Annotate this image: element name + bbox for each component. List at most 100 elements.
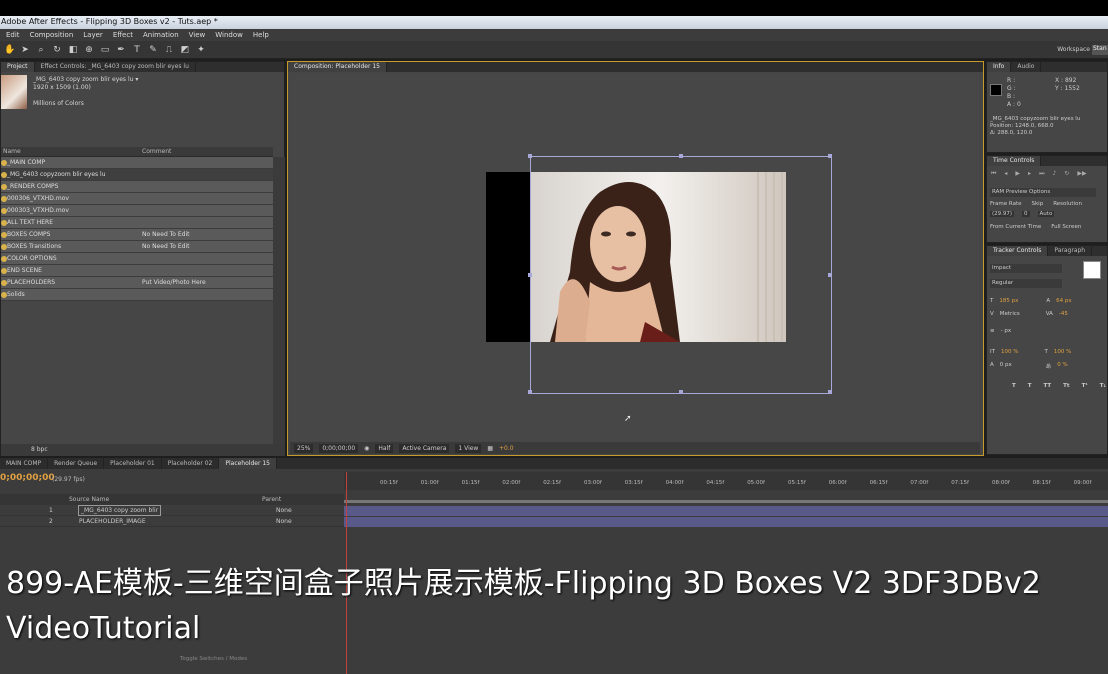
zoom-icon[interactable]: ⌕	[36, 45, 46, 55]
horizontal-scale-value[interactable]: 100 %	[1054, 349, 1071, 355]
layer-parent[interactable]: None	[276, 505, 292, 516]
handle-middle-right[interactable]	[828, 273, 832, 277]
project-item[interactable]: PLACEHOLDERS Put Video/Photo Here	[1, 277, 273, 289]
project-item[interactable]: COLOR OPTIONS	[1, 253, 273, 265]
tab-tracker-controls[interactable]: Tracker Controls	[987, 246, 1049, 256]
project-item[interactable]: END SCENE	[1, 265, 273, 277]
tab-render-queue[interactable]: Render Queue	[48, 458, 105, 469]
menu-help[interactable]: Help	[253, 29, 269, 41]
puppet-icon[interactable]: ✦	[196, 45, 206, 55]
layer-duration-bar[interactable]	[344, 517, 1108, 527]
frame-rate-select[interactable]: (29.97)	[990, 211, 1015, 217]
baseline-value[interactable]: 0 px	[1000, 362, 1012, 370]
time-ruler[interactable]: 00:15f 01:00f 01:15f 02:00f 02:15f 03:00f 03:1…	[344, 472, 1108, 503]
project-item[interactable]: Solids	[1, 289, 273, 301]
composition-viewer[interactable]: ➚	[290, 74, 980, 441]
rotate-icon[interactable]: ↻	[52, 45, 62, 55]
from-current-checkbox[interactable]: From Current Time	[990, 224, 1041, 230]
layer-row[interactable]: 1 _MG_6403 copy zoom blir None	[0, 505, 344, 516]
tab-main-comp[interactable]: MAIN COMP	[0, 458, 49, 469]
next-frame-icon[interactable]: ▸	[1028, 170, 1031, 178]
all-caps-button[interactable]: TT	[1044, 383, 1052, 389]
exposure-value[interactable]: +0.0	[499, 445, 514, 452]
project-item[interactable]: 000306_VTXHD.mov	[1, 193, 273, 205]
faux-italic-button[interactable]: T	[1028, 383, 1032, 389]
last-frame-icon[interactable]: ⏭	[1039, 170, 1044, 178]
tab-composition[interactable]: Composition: Placeholder 15	[288, 62, 388, 72]
font-size-value[interactable]: 185 px	[999, 298, 1018, 304]
leading-value[interactable]: 64 px	[1056, 298, 1072, 304]
handle-top-left[interactable]	[528, 154, 532, 158]
project-item[interactable]: 000303_VTXHD.mov	[1, 205, 273, 217]
layer-row[interactable]: 2 PLACEHOLDER_IMAGE None	[0, 516, 344, 527]
layer-duration-bar[interactable]	[344, 506, 1108, 516]
preview-options-select[interactable]: RAM Preview Options	[990, 188, 1096, 197]
resolution-select-preview[interactable]: Auto	[1037, 211, 1055, 217]
tab-time-controls[interactable]: Time Controls	[987, 156, 1042, 166]
col-name[interactable]: Name	[3, 147, 21, 157]
menu-layer[interactable]: Layer	[83, 29, 103, 41]
workspace-select[interactable]: Stan	[1092, 45, 1108, 55]
project-scrollbar[interactable]	[273, 157, 285, 447]
fill-color-swatch[interactable]	[1083, 261, 1101, 279]
handle-middle-left[interactable]	[528, 273, 532, 277]
project-item[interactable]: _MG_6403 copyzoom blir eyes lu	[1, 169, 273, 181]
handle-top-right[interactable]	[828, 154, 832, 158]
grid-icon[interactable]: ▦	[487, 445, 493, 452]
superscript-button[interactable]: T¹	[1082, 383, 1088, 389]
camera-icon[interactable]: ◧	[68, 45, 78, 55]
col-parent[interactable]: Parent	[262, 494, 281, 505]
camera-select[interactable]: Active Camera	[399, 443, 450, 453]
skip-select[interactable]: 0	[1022, 211, 1030, 217]
col-comment[interactable]: Comment	[142, 147, 171, 157]
mask-icon[interactable]: ▭	[100, 45, 110, 55]
tracking-value[interactable]: -45	[1059, 311, 1068, 317]
stroke-value[interactable]: - px	[1001, 328, 1011, 334]
small-caps-button[interactable]: Tt	[1063, 383, 1069, 389]
tab-placeholder-02[interactable]: Placeholder 02	[162, 458, 220, 469]
tab-project[interactable]: Project	[1, 62, 35, 72]
hand-icon[interactable]: ✋	[4, 45, 15, 55]
menu-composition[interactable]: Composition	[30, 29, 74, 41]
font-family-select[interactable]: Impact	[990, 264, 1062, 273]
tab-effect-controls[interactable]: Effect Controls: _MG_6403 copy zoom blir…	[35, 62, 196, 72]
layer-name[interactable]: PLACEHOLDER_IMAGE	[79, 516, 146, 527]
layer-bounding-box[interactable]	[528, 154, 832, 394]
toggle-switches-modes[interactable]: Toggle Switches / Modes	[180, 656, 247, 662]
layer-name[interactable]: _MG_6403 copy zoom blir	[78, 505, 162, 516]
loop-icon[interactable]: ↻	[1064, 170, 1069, 178]
tab-paragraph[interactable]: Paragraph	[1048, 246, 1093, 256]
kerning-value[interactable]: Metrics	[1000, 311, 1020, 317]
menu-animation[interactable]: Animation	[143, 29, 179, 41]
handle-bottom-left[interactable]	[528, 390, 532, 394]
project-item[interactable]: BOXES COMPS No Need To Edit	[1, 229, 273, 241]
handle-bottom-center[interactable]	[679, 390, 683, 394]
tab-info[interactable]: Info	[987, 62, 1012, 72]
faux-bold-button[interactable]: T	[1012, 383, 1016, 389]
project-item[interactable]: ALL TEXT HERE	[1, 217, 273, 229]
menu-edit[interactable]: Edit	[6, 29, 20, 41]
menu-window[interactable]: Window	[215, 29, 243, 41]
project-item[interactable]: BOXES Transitions No Need To Edit	[1, 241, 273, 253]
first-frame-icon[interactable]: ⏮	[991, 170, 996, 178]
prev-frame-icon[interactable]: ◂	[1004, 170, 1007, 178]
eraser-icon[interactable]: ◩	[180, 45, 190, 55]
bpc-label[interactable]: 8 bpc	[31, 446, 48, 453]
vertical-scale-value[interactable]: 100 %	[1001, 349, 1018, 355]
brush-icon[interactable]: ✎	[148, 45, 158, 55]
stamp-icon[interactable]: ⎍	[164, 45, 174, 55]
current-time[interactable]: 0;00;00;00	[0, 473, 55, 483]
menu-effect[interactable]: Effect	[113, 29, 133, 41]
pen-icon[interactable]: ✒	[116, 45, 126, 55]
play-icon[interactable]: ▶	[1015, 170, 1020, 178]
snapshot-icon[interactable]: ◉	[364, 445, 369, 452]
project-item[interactable]: _RENDER COMPS	[1, 181, 273, 193]
tsume-value[interactable]: 0 %	[1057, 362, 1067, 370]
subscript-button[interactable]: T₁	[1100, 383, 1106, 389]
zoom-select[interactable]: 25%	[294, 443, 314, 453]
tab-audio[interactable]: Audio	[1011, 62, 1042, 72]
view-select[interactable]: 1 View	[455, 443, 482, 453]
ram-preview-icon[interactable]: ▶▶	[1077, 170, 1086, 178]
project-item[interactable]: _MAIN COMP	[1, 157, 273, 169]
audio-icon[interactable]: ♪	[1052, 170, 1056, 178]
